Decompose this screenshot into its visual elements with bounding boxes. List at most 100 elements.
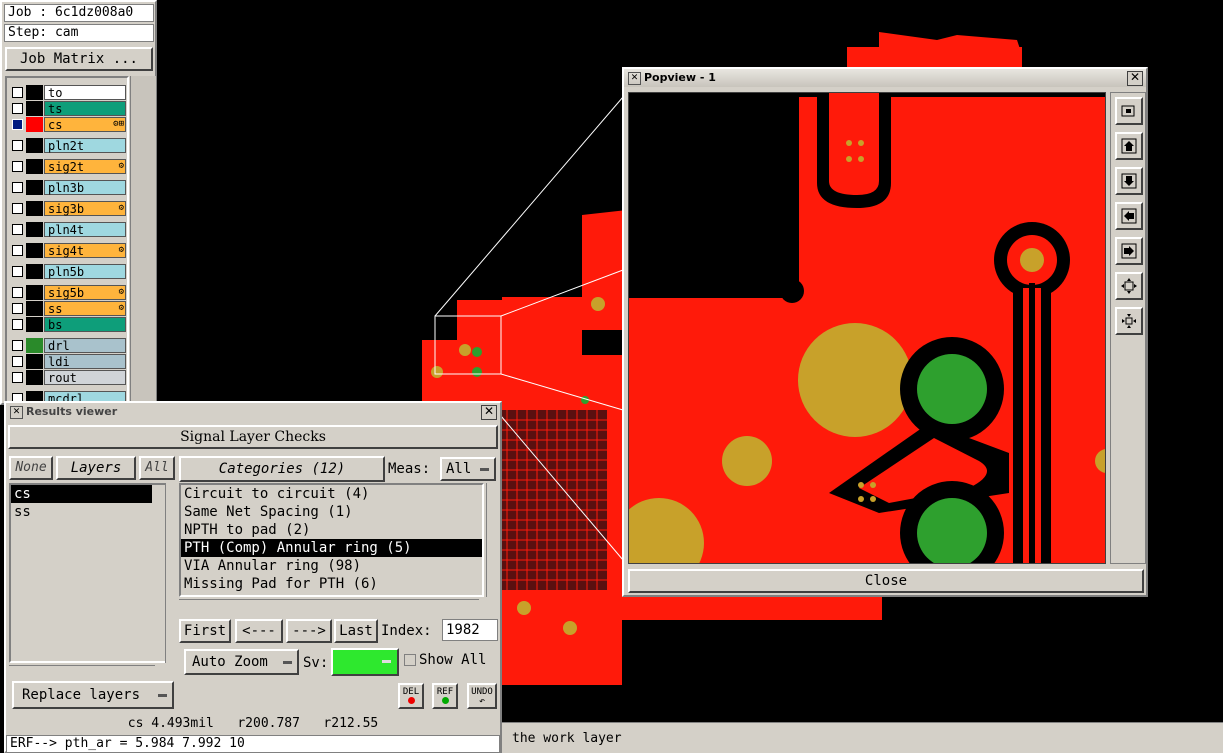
layer-checkbox[interactable] [12,319,23,330]
category-item[interactable]: VIA Annular ring (98) [181,557,482,575]
layer-color-swatch[interactable] [26,338,43,353]
show-all-checkbox[interactable] [404,654,416,666]
layer-row-to[interactable]: to [10,85,126,100]
popview-close-button[interactable]: Close [628,569,1144,593]
ref-button[interactable]: REF [432,683,458,709]
layer-checkbox[interactable] [12,287,23,298]
list-item[interactable]: cs [11,485,152,503]
layer-name[interactable]: drl [44,338,126,353]
meas-dropdown[interactable]: All [440,457,496,481]
zoom-in-icon[interactable] [1115,307,1143,335]
layer-name[interactable]: sig2t [44,159,126,174]
layer-color-swatch[interactable] [26,370,43,385]
layer-list-vscroll[interactable] [165,483,178,663]
layer-checkbox[interactable] [12,224,23,235]
layer-name[interactable]: pln3b [44,180,126,195]
layer-checkbox[interactable] [12,87,23,98]
layer-name[interactable]: bs [44,317,126,332]
layer-row-ldi[interactable]: ldi [10,354,126,369]
layer-color-swatch[interactable] [26,138,43,153]
layer-name[interactable]: sig4t [44,243,126,258]
layer-name[interactable]: rout [44,370,126,385]
layer-color-swatch[interactable] [26,85,43,100]
layer-row-sig2t[interactable]: sig2t ⚙ [10,159,126,174]
undo-button[interactable]: UNDO ↶ [467,683,497,709]
layer-color-swatch[interactable] [26,117,43,132]
layer-name[interactable]: to [44,85,126,100]
layer-checkbox[interactable] [12,356,23,367]
layer-name[interactable]: ts [44,101,126,116]
all-layers-button[interactable]: All [139,456,175,480]
layer-name[interactable]: sig5b [44,285,126,300]
layer-row-pln5b[interactable]: pln5b [10,264,126,279]
category-item[interactable]: Circuit to circuit (4) [181,485,482,503]
layer-checkbox[interactable] [12,303,23,314]
popview-titlebar[interactable]: ✕ Popview - 1 ✕ [624,69,1146,87]
next-button[interactable]: ---> [286,619,332,643]
layer-row-pln2t[interactable]: pln2t [10,138,126,153]
layer-name[interactable]: sig3b [44,201,126,216]
category-list[interactable]: Circuit to circuit (4) Same Net Spacing (… [179,483,484,597]
layer-row-pln4t[interactable]: pln4t [10,222,126,237]
job-matrix-button[interactable]: Job Matrix ... [5,47,153,71]
pan-down-icon[interactable] [1115,167,1143,195]
layer-color-swatch[interactable] [26,222,43,237]
layer-checkbox[interactable] [12,203,23,214]
layer-checkbox[interactable] [12,340,23,351]
pan-right-icon[interactable] [1115,237,1143,265]
layer-name[interactable]: ldi [44,354,126,369]
layer-name[interactable]: pln2t [44,138,126,153]
layers-button[interactable]: Layers [56,456,136,480]
layer-checkbox[interactable] [12,103,23,114]
close-icon[interactable]: ✕ [1127,71,1143,86]
categories-button[interactable]: Categories (12) [179,456,385,482]
category-list-vscroll[interactable] [486,483,499,597]
layer-checkbox[interactable] [12,161,23,172]
layer-row-rout[interactable]: rout [10,370,126,385]
layer-color-swatch[interactable] [26,317,43,332]
layer-checkbox[interactable] [12,119,23,130]
prev-button[interactable]: <--- [235,619,283,643]
category-item[interactable]: Missing Pad for PTH (6) [181,575,482,593]
layer-checkbox[interactable] [12,245,23,256]
layer-row-cs[interactable]: cs ⚙⊞ [10,117,126,132]
layer-color-swatch[interactable] [26,159,43,174]
popview-canvas[interactable] [628,92,1106,564]
layer-checkbox[interactable] [12,182,23,193]
layer-color-swatch[interactable] [26,243,43,258]
layer-name[interactable]: pln5b [44,264,126,279]
layer-color-swatch[interactable] [26,180,43,195]
category-item[interactable]: Same Net Spacing (1) [181,503,482,521]
zoom-home-icon[interactable] [1115,97,1143,125]
layer-row-sig4t[interactable]: sig4t ⚙ [10,243,126,258]
layer-row-sig3b[interactable]: sig3b ⚙ [10,201,126,216]
layer-row-pln3b[interactable]: pln3b [10,180,126,195]
layer-row-ss[interactable]: ss ⚙ [10,301,126,316]
layer-list-scrollbar[interactable] [130,76,156,404]
zoom-out-icon[interactable] [1115,272,1143,300]
check-header-button[interactable]: Signal Layer Checks [8,425,498,449]
layer-row-sig5b[interactable]: sig5b ⚙ [10,285,126,300]
layer-row-ts[interactable]: ts [10,101,126,116]
layer-list-hscroll[interactable] [9,665,155,678]
last-button[interactable]: Last [334,619,378,643]
layer-name[interactable]: ss [44,301,126,316]
list-item[interactable]: ss [11,503,165,521]
zoom-mode-dropdown[interactable]: Auto Zoom [184,649,299,675]
layer-checkbox[interactable] [12,372,23,383]
layer-color-swatch[interactable] [26,285,43,300]
layer-row-bs[interactable]: bs [10,317,126,332]
layer-color-swatch[interactable] [26,101,43,116]
layer-color-swatch[interactable] [26,264,43,279]
category-item[interactable]: PTH (Comp) Annular ring (5) [181,539,482,557]
category-item[interactable]: NPTH to pad (2) [181,521,482,539]
layer-checkbox[interactable] [12,140,23,151]
layer-row-drl[interactable]: drl [10,338,126,353]
layer-color-swatch[interactable] [26,301,43,316]
first-button[interactable]: First [179,619,231,643]
pan-up-icon[interactable] [1115,132,1143,160]
index-input[interactable]: 1982 [442,619,498,641]
layer-name[interactable]: pln4t [44,222,126,237]
layer-checkbox[interactable] [12,266,23,277]
layer-color-swatch[interactable] [26,354,43,369]
